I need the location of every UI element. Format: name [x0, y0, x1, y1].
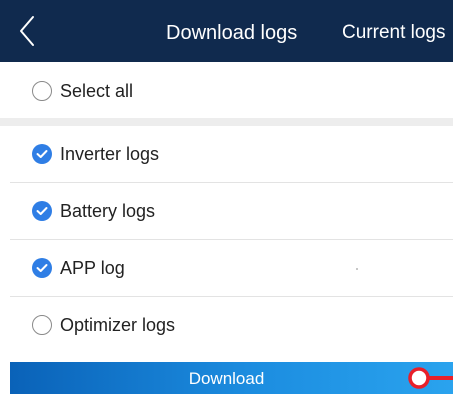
download-label: Download: [188, 369, 265, 388]
log-item-battery[interactable]: Battery logs: [0, 183, 453, 239]
checkmark-icon: [36, 264, 48, 272]
log-item-app[interactable]: APP log: [0, 240, 453, 296]
select-all-radio[interactable]: [32, 81, 52, 101]
log-item-label: Inverter logs: [60, 144, 160, 164]
download-button[interactable]: Download: [10, 362, 453, 394]
log-item-optimizer[interactable]: Optimizer logs: [0, 297, 453, 353]
battery-checkbox[interactable]: [32, 201, 52, 221]
select-all-label: Select all: [60, 81, 134, 101]
app-log-checkbox[interactable]: [32, 258, 52, 278]
select-all-row[interactable]: Select all: [0, 63, 453, 119]
checkmark-icon: [36, 207, 48, 215]
log-item-label: APP log: [60, 258, 125, 278]
chevron-left-icon: [20, 16, 34, 46]
page-title: Download logs: [166, 22, 298, 44]
checkmark-icon: [36, 150, 48, 158]
log-item-inverter[interactable]: Inverter logs: [0, 126, 453, 182]
app-header: Download logs Current logs: [0, 0, 453, 62]
inverter-checkbox[interactable]: [32, 144, 52, 164]
back-button[interactable]: [12, 12, 42, 50]
stray-dot: [356, 268, 358, 270]
red-pointer-icon: [408, 367, 453, 389]
optimizer-checkbox[interactable]: [32, 315, 52, 335]
current-logs-tab[interactable]: Current logs: [342, 21, 446, 45]
log-item-label: Battery logs: [60, 201, 156, 221]
section-gap: [0, 118, 453, 126]
log-item-label: Optimizer logs: [60, 315, 176, 335]
